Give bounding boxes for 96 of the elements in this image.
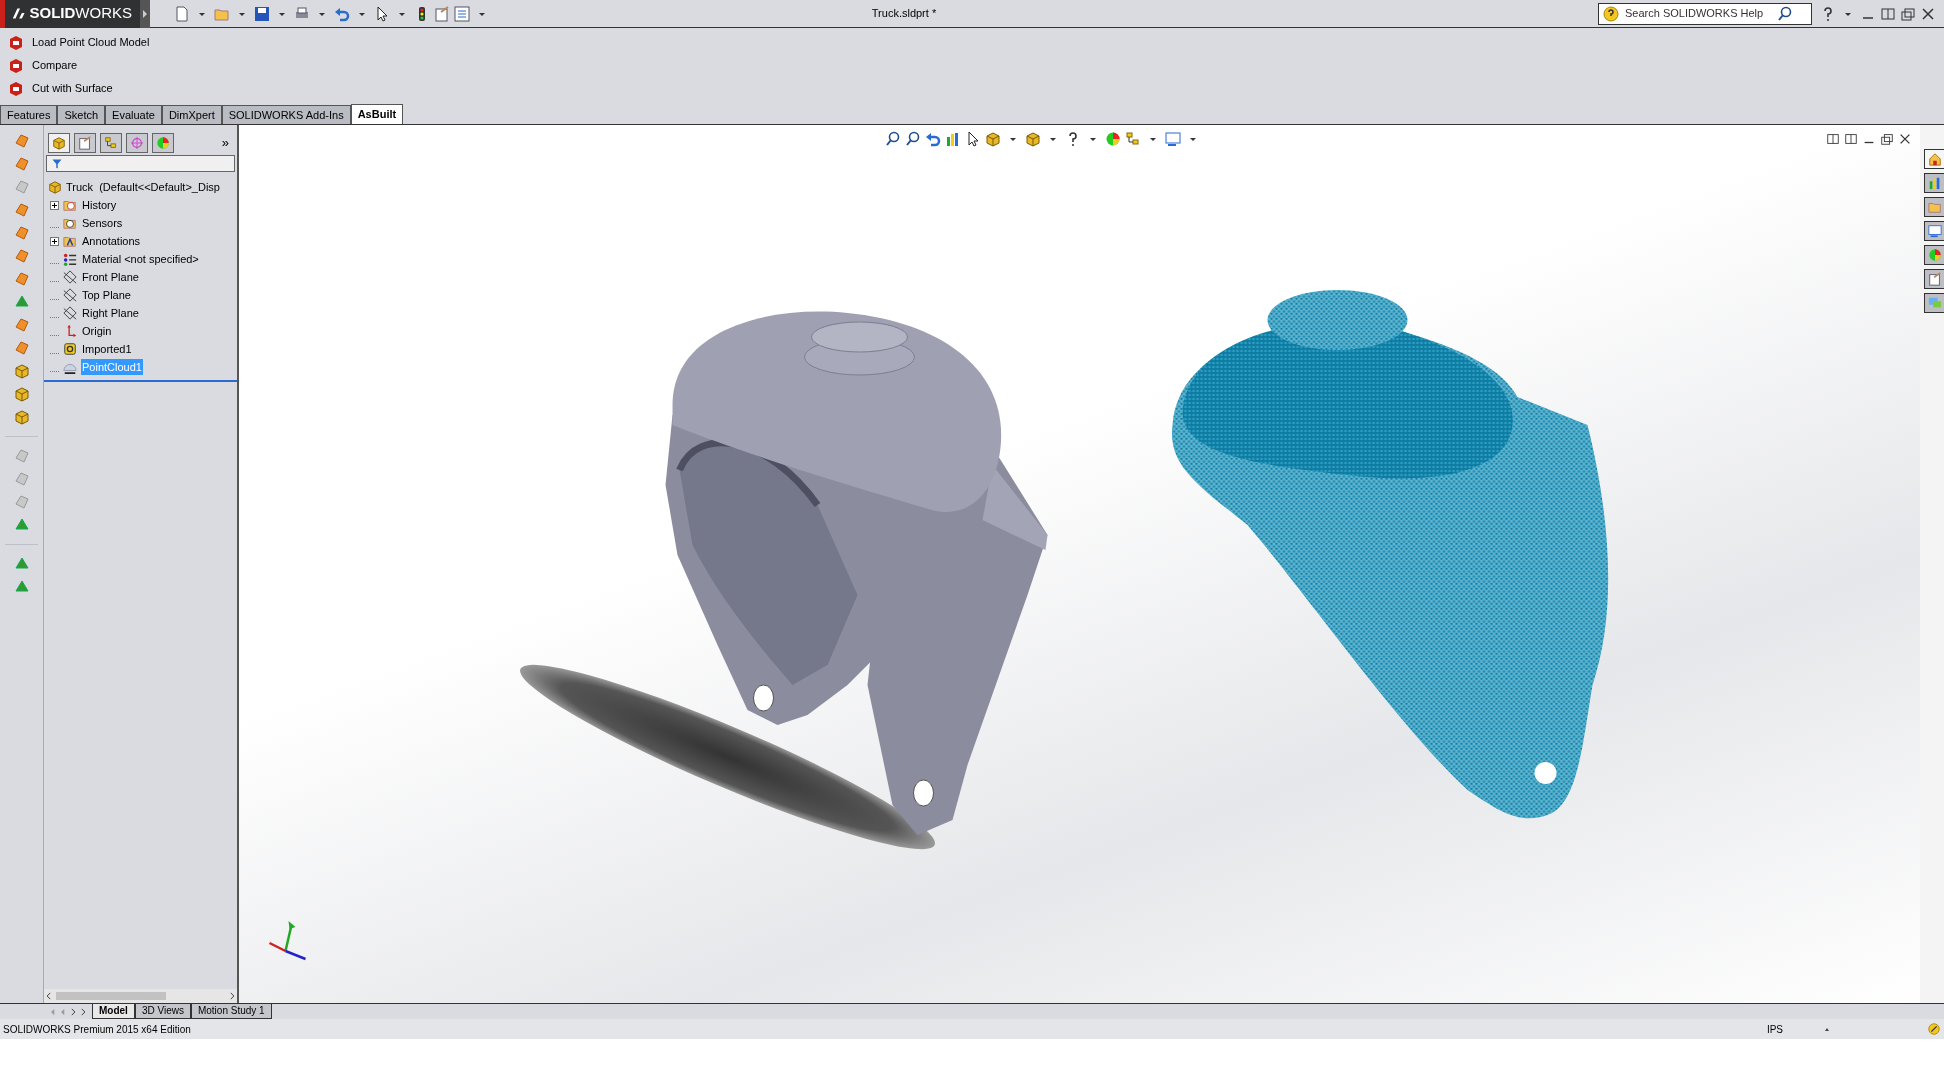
folder-icon	[1927, 200, 1942, 214]
command-tab[interactable]: DimXpert	[161, 105, 222, 124]
tree-root[interactable]: Truck (Default<<Default>_Disp	[66, 178, 220, 196]
command-button[interactable]: Compare	[6, 54, 1938, 77]
logo-text: SOLIDWORKS	[29, 3, 132, 24]
tree-item[interactable]: Front Plane	[81, 268, 140, 286]
tree-icon	[104, 136, 118, 150]
tree-item[interactable]: Top Plane	[81, 286, 132, 304]
zoom-area-icon[interactable]	[904, 131, 921, 147]
command-button[interactable]: Cut with Surface	[6, 77, 1938, 100]
status-text: SOLIDWORKS Premium 2015 x64 Edition	[3, 1022, 191, 1037]
previous-view-icon[interactable]	[924, 131, 941, 147]
command-tab[interactable]: Evaluate	[105, 105, 162, 124]
restore-icon[interactable]	[1900, 5, 1916, 22]
plane-icon	[63, 270, 77, 284]
command-tab[interactable]: Sketch	[57, 105, 106, 124]
display-style-icon[interactable]	[1024, 131, 1041, 147]
select-arrow-icon[interactable]	[374, 5, 390, 22]
new-document-icon[interactable]	[174, 5, 190, 22]
task-pane-tab[interactable]	[1924, 197, 1944, 217]
command-tab[interactable]: Features	[0, 105, 58, 124]
task-pane-tab[interactable]	[1924, 293, 1944, 313]
restore-icon[interactable]	[1880, 132, 1894, 146]
undo-icon[interactable]	[334, 5, 350, 22]
clipboard-icon[interactable]	[434, 5, 450, 22]
part-icon	[48, 180, 62, 194]
annotation-folder-icon	[63, 234, 77, 248]
expand-tabs-button[interactable]: »	[221, 133, 229, 153]
view-tab[interactable]: 3D Views	[134, 1004, 191, 1019]
manager-tab[interactable]	[74, 133, 96, 153]
view-orientation-icon[interactable]	[984, 131, 1001, 147]
command-tab[interactable]: AsBuilt	[350, 104, 404, 124]
task-pane-tab[interactable]	[1924, 245, 1944, 265]
task-pane-tab[interactable]	[1924, 173, 1944, 193]
plane-icon	[63, 288, 77, 302]
caret-icon[interactable]	[1048, 135, 1057, 143]
command-button[interactable]: Load Point Cloud Model	[6, 31, 1938, 54]
home-icon	[1927, 152, 1942, 166]
tree-item[interactable]: Sensors	[81, 214, 124, 232]
checklist-icon[interactable]	[454, 5, 470, 22]
caret-icon[interactable]	[1088, 135, 1097, 143]
task-pane-tab[interactable]	[1924, 221, 1944, 241]
clipboard-icon	[78, 136, 92, 150]
view-tab[interactable]: Motion Study 1	[190, 1004, 272, 1019]
task-pane-tab[interactable]	[1924, 149, 1944, 169]
expand-toggle[interactable]	[50, 236, 59, 246]
task-pane-tab[interactable]	[1924, 269, 1944, 289]
color-ball-icon	[156, 136, 170, 150]
filter-icon	[51, 157, 63, 170]
horizontal-scrollbar[interactable]	[44, 989, 237, 1003]
window-title: Truck.sldprt *	[871, 6, 937, 22]
help-search-box[interactable]: Search SOLIDWORKS Help	[1598, 2, 1812, 25]
plane-icon	[63, 306, 77, 320]
tree-item[interactable]: Right Plane	[81, 304, 140, 322]
tree-item[interactable]: History	[81, 196, 118, 214]
tree-item[interactable]: Origin	[81, 322, 113, 340]
split-left-icon[interactable]	[1826, 132, 1840, 146]
close-icon[interactable]	[1920, 5, 1936, 22]
split-right-icon[interactable]	[1844, 132, 1858, 146]
rebuild-icon[interactable]	[1927, 1022, 1941, 1036]
sensor-folder-icon	[63, 216, 77, 230]
history-folder-icon	[63, 198, 77, 212]
tile-icon[interactable]	[1880, 5, 1896, 22]
books-icon	[1927, 176, 1942, 190]
caret-icon[interactable]	[1008, 135, 1017, 143]
tree-item[interactable]: Material <not specified>	[81, 250, 200, 268]
search-icon[interactable]	[1777, 5, 1793, 22]
view-tab[interactable]: Model	[92, 1004, 135, 1019]
caret-icon[interactable]	[1188, 135, 1197, 143]
axis-triad-icon	[268, 921, 306, 961]
save-icon[interactable]	[254, 5, 270, 22]
scroll-left-icon[interactable]	[44, 991, 54, 1001]
last-tab-icon[interactable]	[78, 1006, 88, 1017]
zoom-fit-icon[interactable]	[884, 131, 901, 147]
expand-toggle[interactable]	[50, 200, 59, 210]
crosshair-icon	[130, 136, 144, 150]
material-icon	[63, 252, 77, 266]
filter-field[interactable]	[46, 155, 235, 172]
close-icon[interactable]	[1898, 132, 1912, 146]
help-search-field[interactable]: Search SOLIDWORKS Help	[1623, 4, 1773, 23]
imported-body-icon	[63, 342, 77, 356]
app-logo[interactable]: SOLIDWORKS	[0, 0, 140, 28]
tree-item[interactable]: Imported1	[81, 340, 133, 358]
command-tab[interactable]: SOLIDWORKS Add-Ins	[221, 105, 351, 124]
tree-item[interactable]: Annotations	[81, 232, 142, 250]
next-tab-icon[interactable]	[68, 1006, 78, 1017]
manager-tab[interactable]	[152, 133, 174, 153]
part-icon	[52, 136, 66, 150]
manager-tab[interactable]	[100, 133, 122, 153]
help-bubble-icon	[1603, 5, 1619, 22]
scroll-right-icon[interactable]	[227, 991, 237, 1001]
caret-icon[interactable]	[1148, 135, 1157, 143]
units-label[interactable]: IPS	[1766, 1021, 1783, 1037]
manager-tab[interactable]	[126, 133, 148, 153]
chat-icon	[1927, 296, 1942, 310]
manager-tab[interactable]	[48, 133, 70, 153]
